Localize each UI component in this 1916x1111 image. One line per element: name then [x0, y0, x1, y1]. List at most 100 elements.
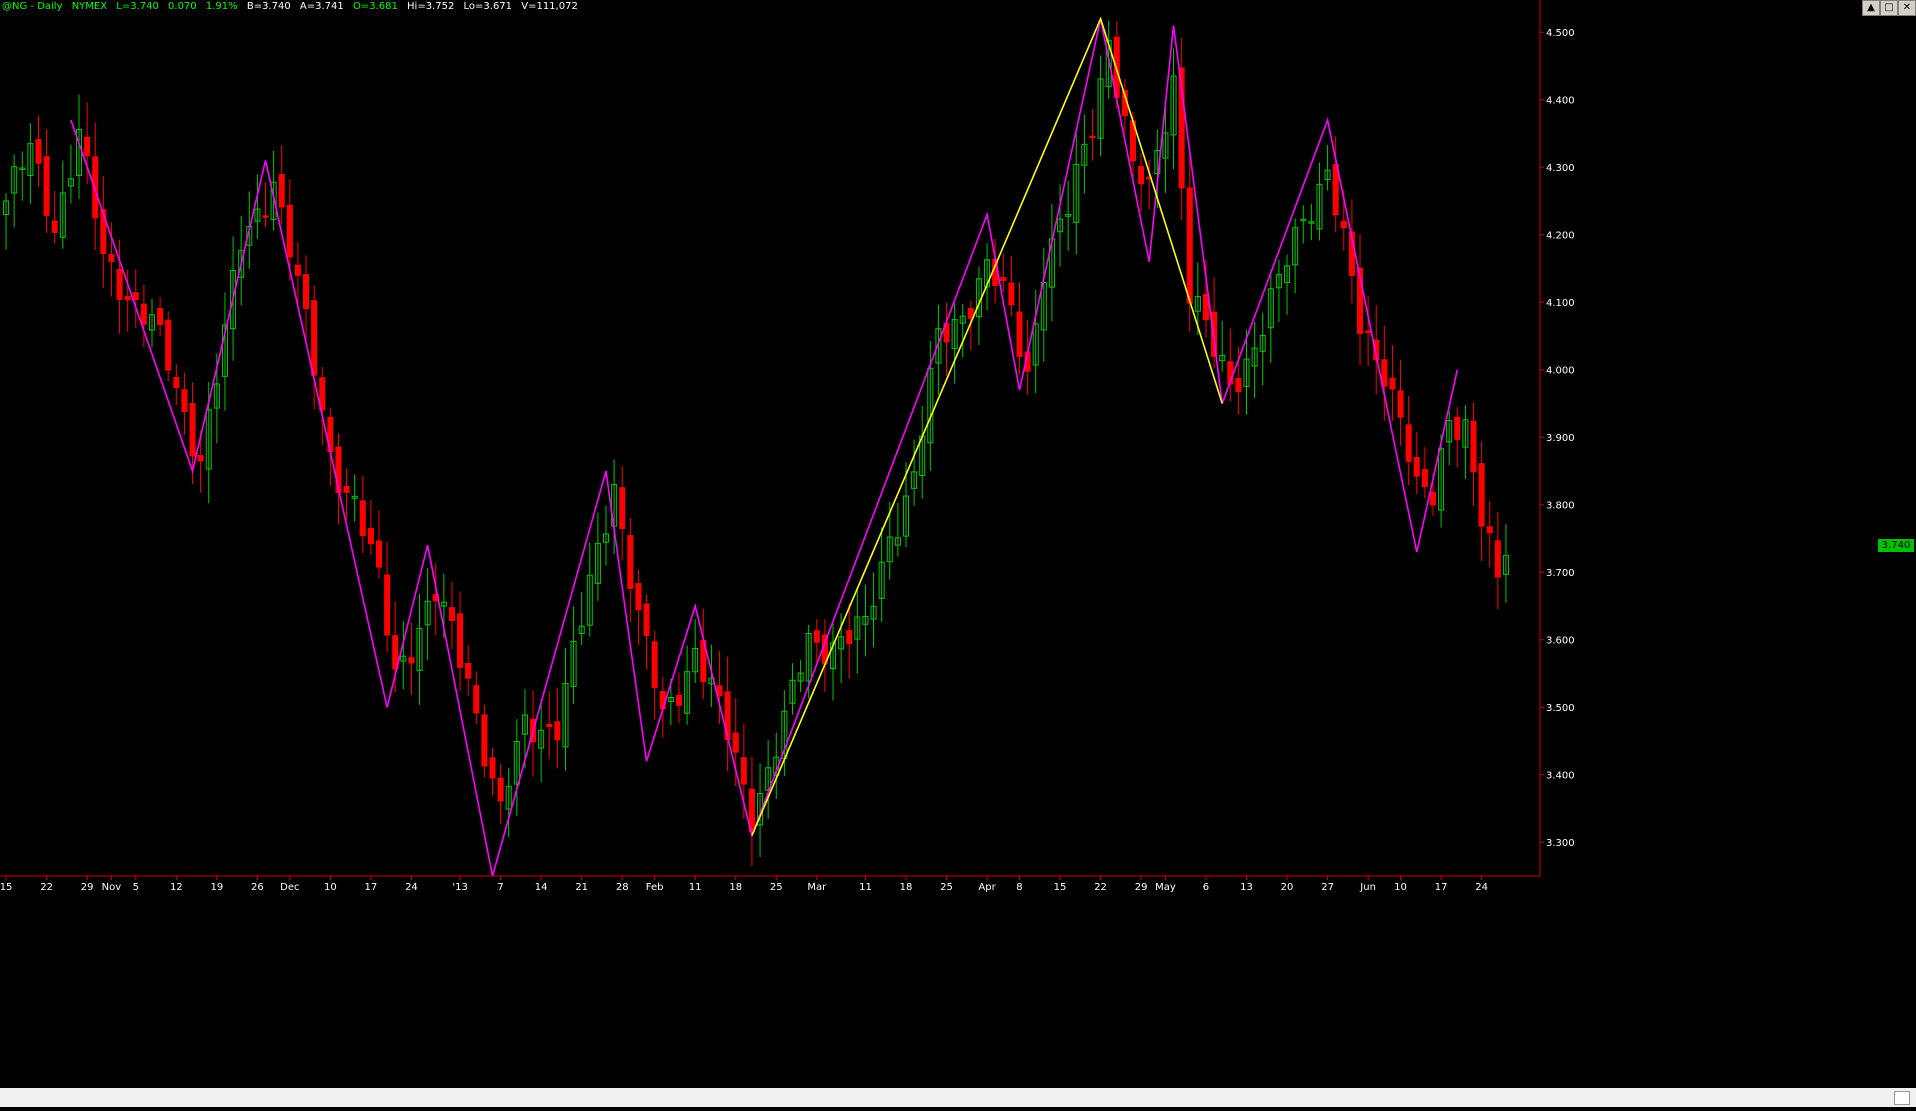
candle-body — [643, 603, 650, 636]
candle — [375, 510, 383, 579]
candle — [1308, 203, 1315, 241]
candle — [497, 763, 504, 825]
candle — [1267, 269, 1274, 363]
time-tick-label: Mar — [807, 882, 827, 893]
time-tick-label: 17 — [365, 882, 378, 893]
candle-body — [1389, 377, 1396, 390]
candle — [1300, 205, 1307, 244]
candle — [578, 591, 585, 645]
candle-body — [1235, 377, 1242, 393]
candle-body — [1202, 293, 1209, 321]
candle — [1348, 199, 1355, 304]
candle-body — [1397, 390, 1404, 418]
candle — [1048, 203, 1055, 322]
candle — [619, 466, 626, 561]
zigzag-major-line — [751, 16, 1223, 836]
price-tick-label: 3.300 — [1546, 838, 1575, 849]
time-tick-label: 25 — [770, 882, 783, 893]
open-price: O=3.681 — [352, 1, 398, 12]
time-tick-label: Dec — [280, 882, 299, 893]
candle — [1073, 132, 1080, 255]
candle — [157, 296, 164, 336]
time-tick-label: 11 — [859, 882, 872, 893]
time-tick-label: 26 — [251, 882, 264, 893]
candle-body — [124, 295, 131, 301]
candle-body — [51, 220, 58, 233]
candle — [1413, 431, 1420, 495]
candles-layer — [3, 20, 1509, 867]
candle — [311, 285, 318, 410]
candle — [1227, 328, 1234, 402]
candle — [692, 619, 699, 683]
minimize-button[interactable]: ▲ — [1862, 0, 1880, 16]
candle — [1178, 37, 1185, 221]
candle — [1470, 402, 1477, 506]
candle-body — [1340, 220, 1347, 229]
candle-body — [367, 527, 374, 545]
time-tick-label: 8 — [1016, 882, 1022, 893]
candle — [400, 621, 407, 690]
candle — [789, 663, 796, 715]
percent-change: 1.91% — [205, 1, 238, 12]
candle — [27, 123, 34, 204]
candle-body — [108, 253, 115, 262]
candle — [570, 606, 577, 705]
candle-body — [651, 641, 658, 688]
candle — [894, 502, 901, 557]
chart-area[interactable]: 4.500 4.400 4.300 4.200 4.100 4.000 3.900 3.800… — [0, 0, 1916, 1107]
candle-body — [489, 757, 496, 779]
candle — [384, 542, 391, 653]
last-price-tag: 3.740 — [1878, 539, 1914, 553]
candle-body — [375, 540, 383, 568]
candle — [1259, 312, 1266, 386]
time-tick-label: 29 — [1135, 882, 1148, 893]
candle-body — [197, 454, 204, 462]
candle — [586, 542, 593, 637]
candle — [1219, 320, 1226, 372]
candle-body — [278, 174, 285, 208]
maximize-button[interactable]: □ — [1880, 0, 1898, 16]
candle-body — [408, 657, 415, 664]
candle — [1008, 255, 1015, 316]
candle — [684, 645, 691, 725]
candle — [1316, 162, 1323, 241]
candle-body — [384, 574, 391, 636]
candle — [797, 660, 804, 693]
candle — [1089, 109, 1096, 161]
candle — [1486, 500, 1493, 568]
candle — [602, 505, 610, 566]
candle-body — [359, 500, 366, 537]
candle-body — [35, 139, 42, 164]
horizontal-scrollbar[interactable] — [0, 1088, 1916, 1107]
candle — [554, 687, 561, 769]
candle — [35, 115, 42, 187]
scrollbar-thumb[interactable] — [1894, 1091, 1910, 1105]
candle-body — [116, 268, 123, 300]
candle — [1121, 78, 1128, 134]
candle — [1275, 259, 1282, 323]
candle — [262, 182, 269, 228]
price-tick-label: 4.200 — [1546, 230, 1575, 241]
candle-body — [1138, 166, 1145, 185]
candle-body — [1332, 163, 1339, 216]
time-tick-label: 24 — [405, 882, 418, 893]
candle — [51, 190, 58, 244]
candle — [513, 719, 520, 816]
candle-body — [497, 777, 504, 802]
candle — [221, 292, 228, 411]
time-tick-label: 11 — [689, 882, 702, 893]
candle-body — [165, 319, 172, 371]
time-tick-label: 28 — [616, 882, 629, 893]
candle-body — [1381, 359, 1388, 387]
candle — [1081, 114, 1088, 194]
close-button[interactable]: ✕ — [1898, 0, 1916, 16]
candlestick-chart: 4.500 4.400 4.300 4.200 4.100 4.000 3.900 3.800… — [0, 0, 1575, 893]
candle — [165, 311, 172, 382]
candle-body — [392, 635, 399, 670]
candle — [1454, 406, 1461, 468]
time-tick-label: 19 — [210, 882, 223, 893]
candle — [132, 269, 139, 328]
time-tick-label: 12 — [170, 882, 183, 893]
candle — [148, 298, 156, 348]
exchange-label: NYMEX — [71, 1, 108, 12]
